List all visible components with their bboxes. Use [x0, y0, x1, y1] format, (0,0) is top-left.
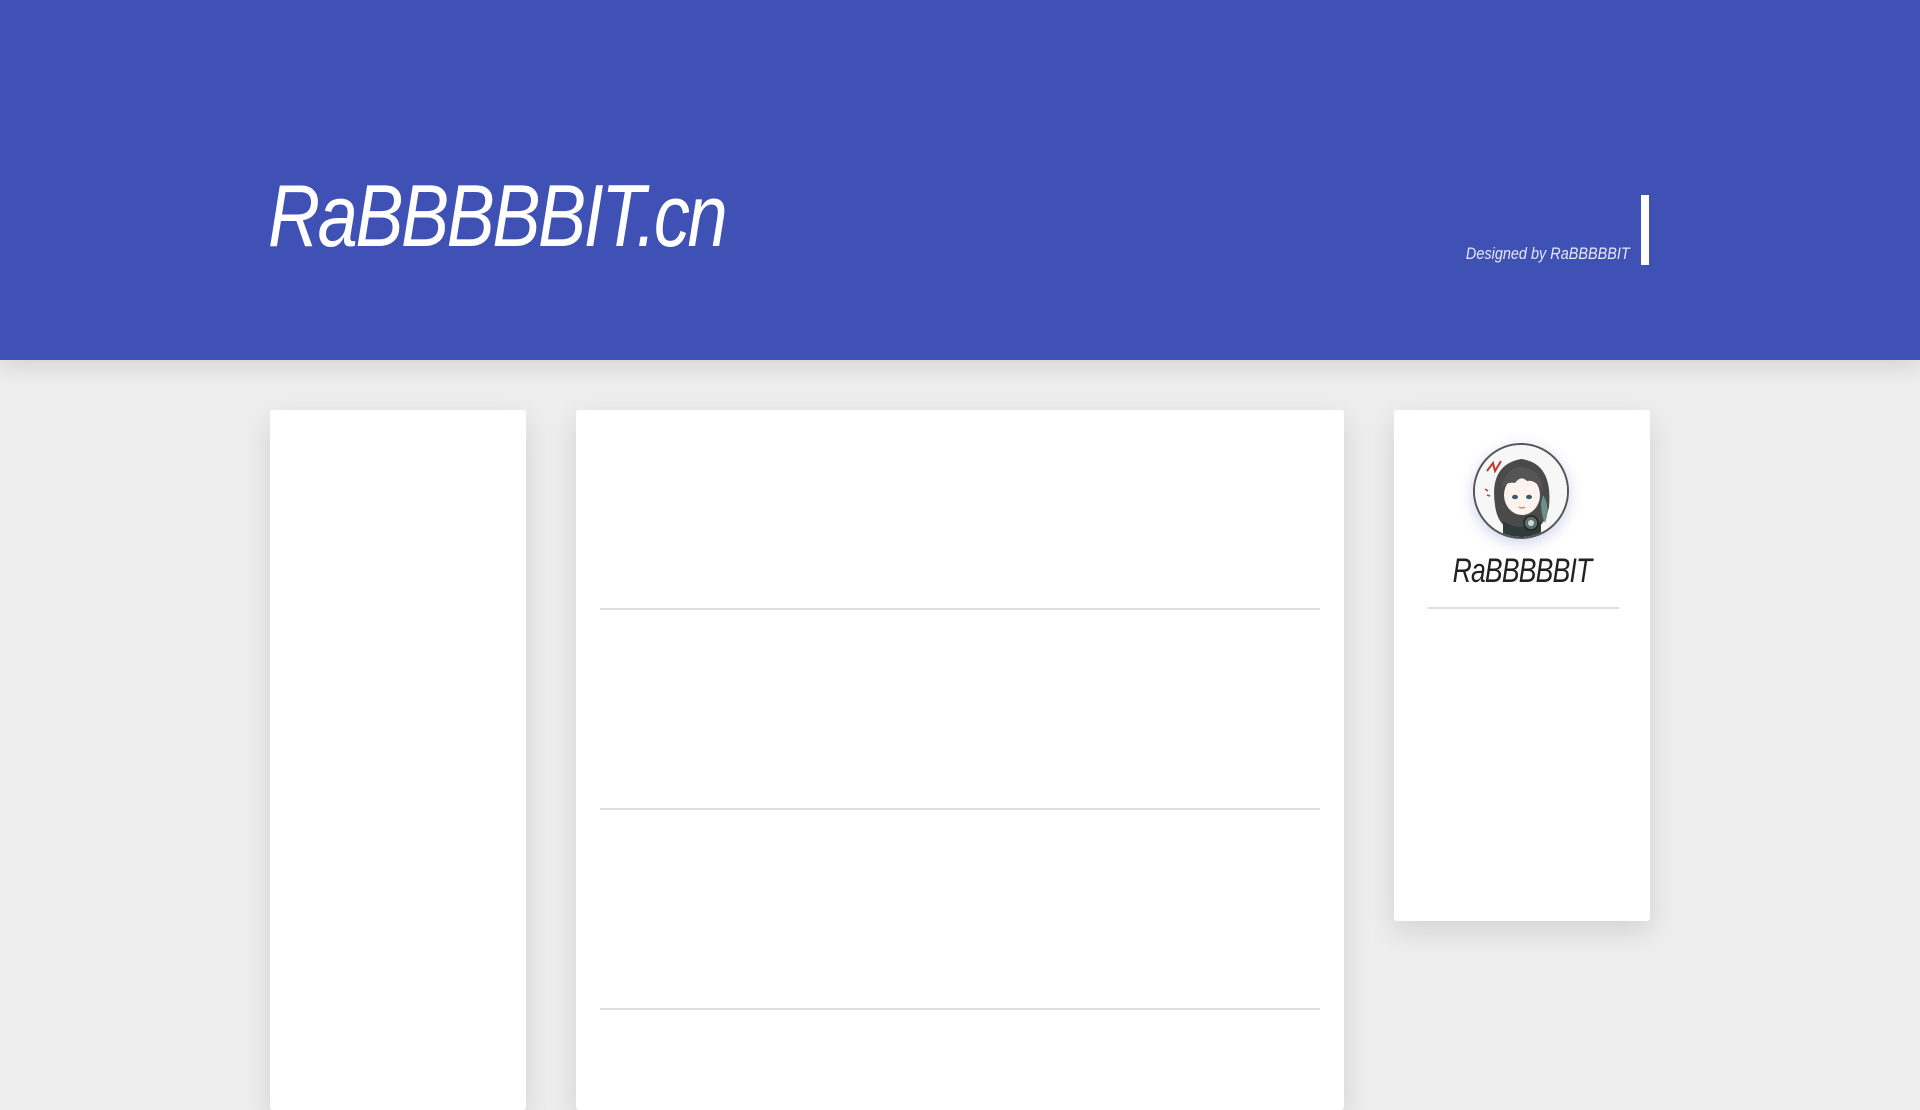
site-title[interactable]: RaBBBBBIT.cn: [268, 172, 728, 260]
anime-avatar-icon: [1475, 445, 1567, 537]
left-sidebar-panel: [270, 410, 526, 1110]
main-content-panel: [576, 410, 1344, 1110]
header-accent-bar: [1641, 195, 1649, 265]
post-divider: [600, 808, 1320, 810]
post-divider: [600, 608, 1320, 610]
avatar[interactable]: [1473, 443, 1569, 539]
profile-card: RaBBBBBIT: [1394, 410, 1650, 921]
site-header: RaBBBBBIT.cn Designed by RaBBBBBIT: [0, 0, 1920, 360]
post-divider: [600, 1008, 1320, 1010]
profile-divider: [1427, 607, 1619, 609]
designed-by-text: Designed by RaBBBBBIT: [1466, 244, 1630, 263]
profile-name[interactable]: RaBBBBBIT: [1394, 552, 1650, 591]
